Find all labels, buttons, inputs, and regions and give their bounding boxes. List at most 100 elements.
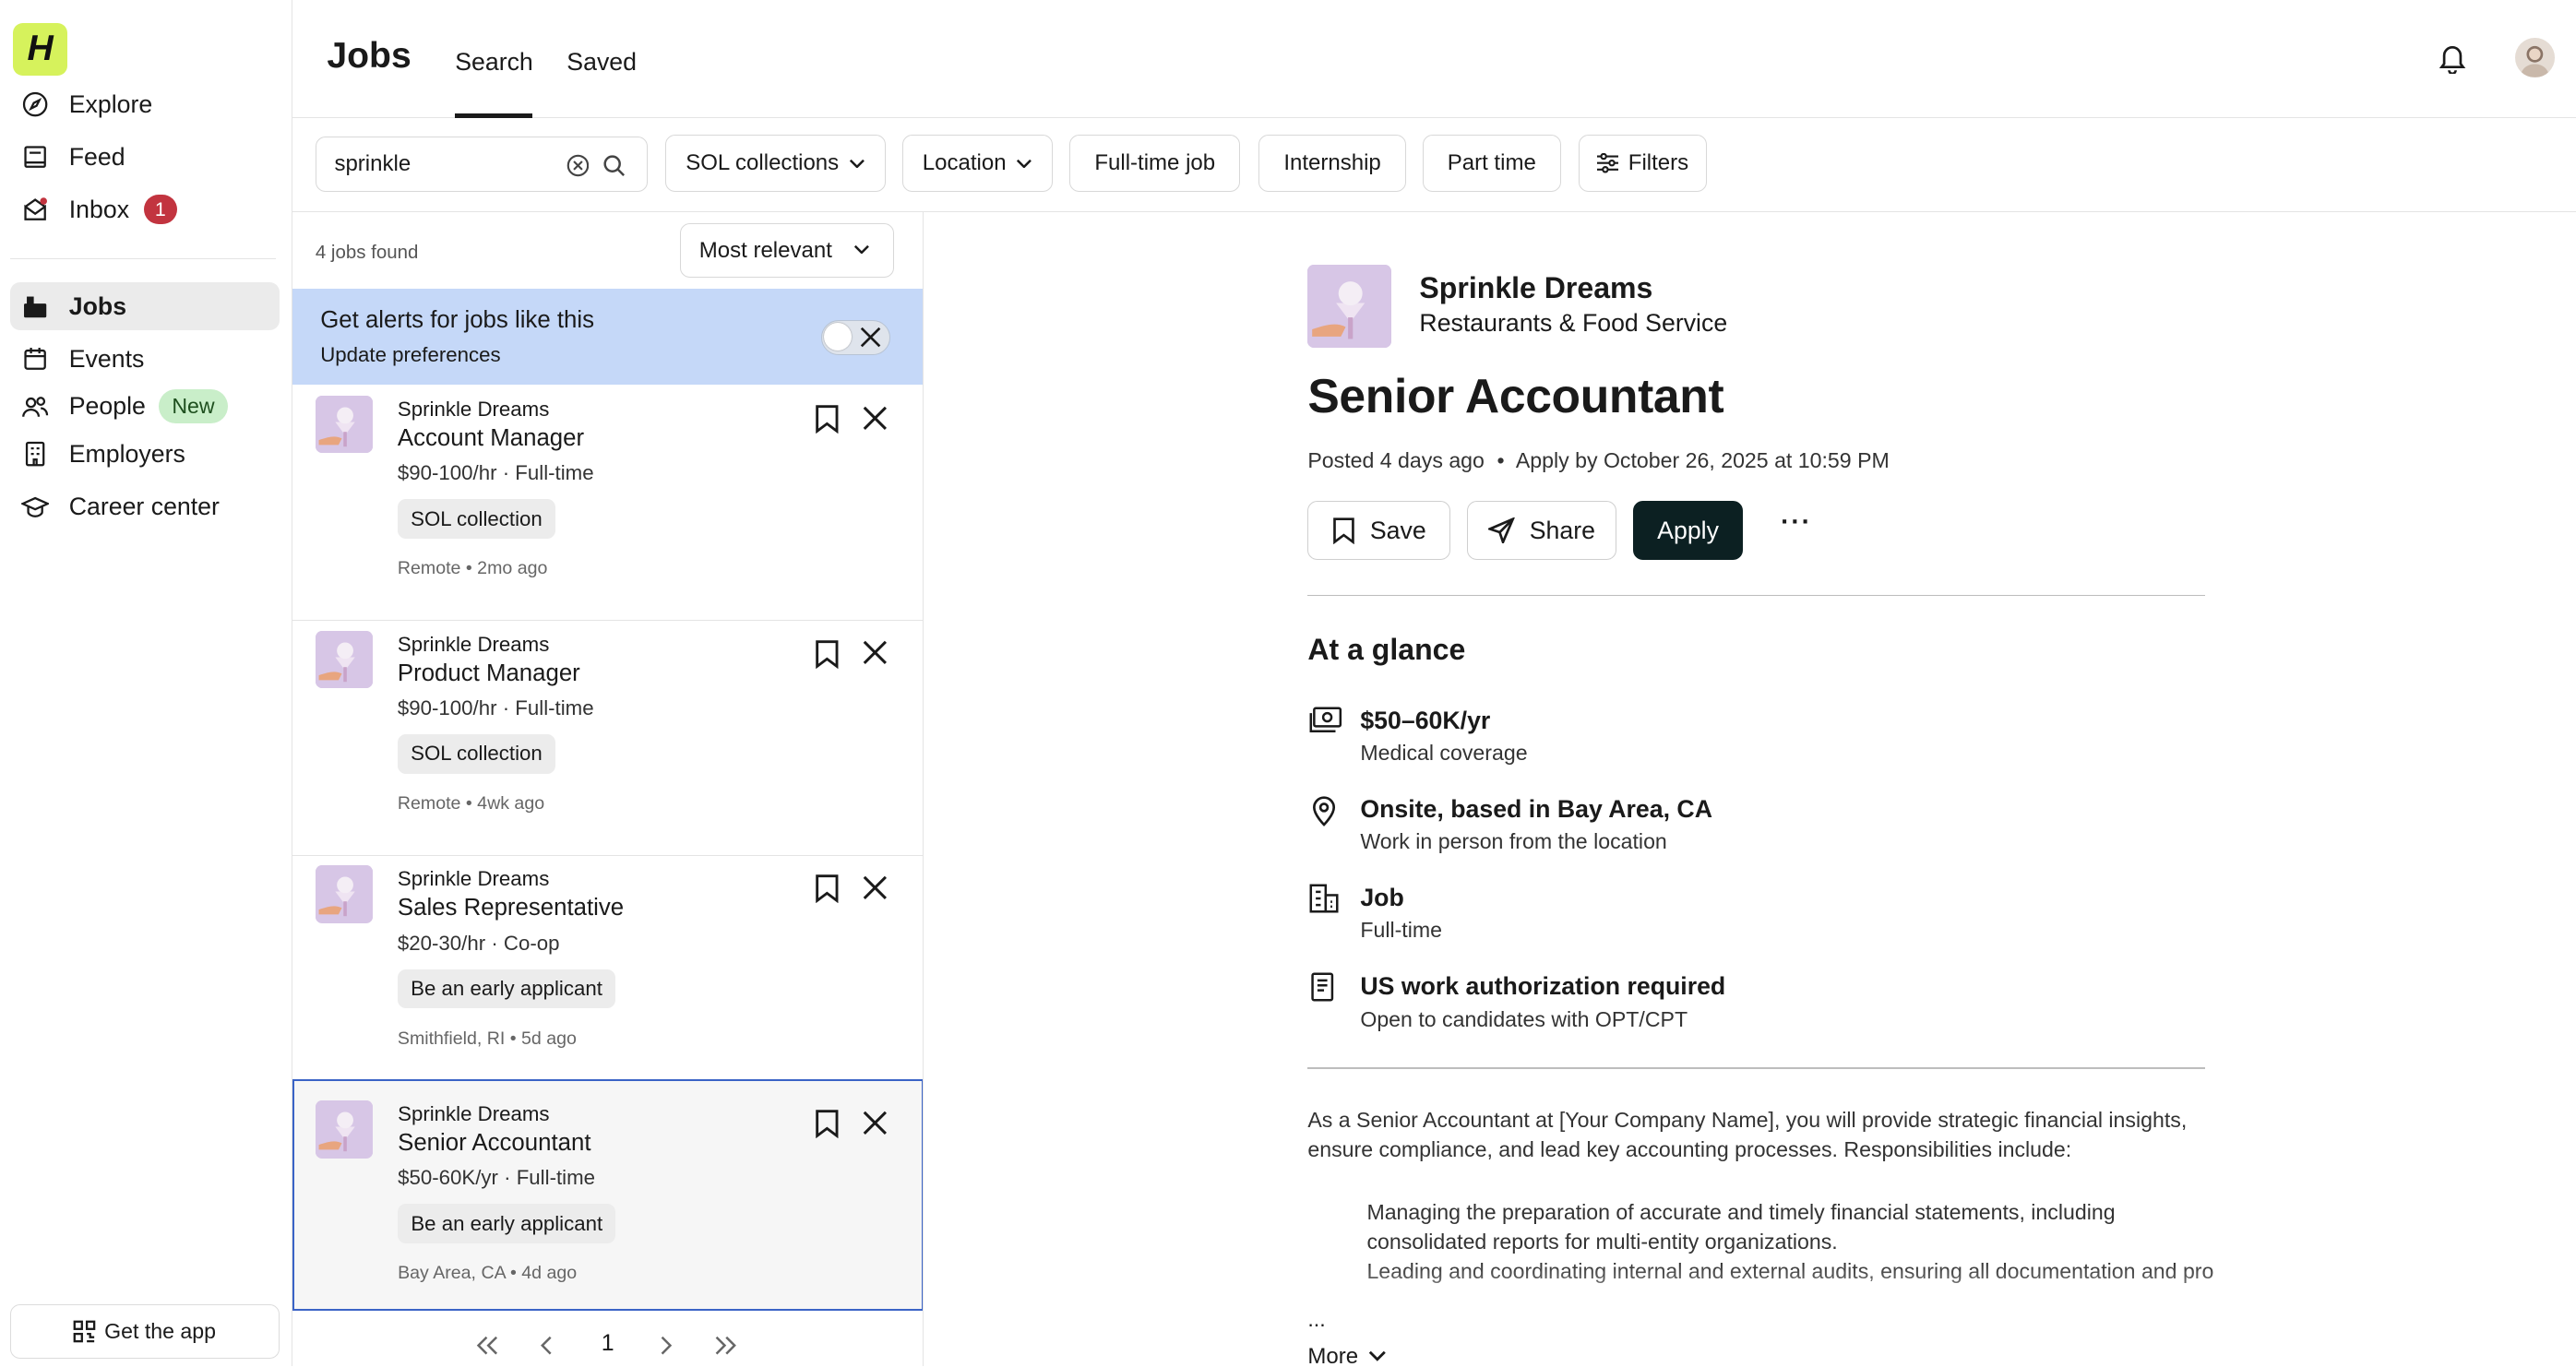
bookmark-icon[interactable] xyxy=(815,1109,840,1139)
company-logo xyxy=(315,865,374,923)
more-button[interactable]: More xyxy=(1307,1343,1386,1367)
job-card[interactable]: Sprinkle Dreams Account Manager $90-100/… xyxy=(292,386,923,622)
save-label: Save xyxy=(1369,516,1426,544)
job-title-heading: Senior Accountant xyxy=(1307,368,1724,422)
job-title[interactable]: Product Manager xyxy=(398,660,580,687)
handshake-logo[interactable]: H xyxy=(13,22,67,76)
toggle-knob xyxy=(824,322,853,351)
internship-filter[interactable]: Internship xyxy=(1258,135,1407,193)
posted-date: Posted 4 days ago xyxy=(1307,448,1485,473)
job-title[interactable]: Account Manager xyxy=(398,425,584,452)
graduation-cap-icon xyxy=(21,496,50,518)
job-meta: Remote • 2mo ago xyxy=(397,558,548,579)
briefcase-icon xyxy=(24,296,47,318)
job-card[interactable]: Sprinkle Dreams Product Manager $90-100/… xyxy=(292,621,923,856)
section-divider xyxy=(1307,1067,2205,1070)
sidebar-item-label: Jobs xyxy=(68,291,127,320)
sidebar-item-employers[interactable]: Employers xyxy=(10,431,280,479)
update-preferences-link[interactable]: Update preferences xyxy=(320,343,500,367)
bookmark-icon[interactable] xyxy=(815,404,840,434)
last-page-icon[interactable] xyxy=(713,1336,738,1355)
search-value[interactable]: sprinkle xyxy=(334,151,411,177)
feed-icon xyxy=(24,146,46,168)
more-options-button[interactable]: ··· xyxy=(1781,507,1812,538)
sidebar-item-explore[interactable]: Explore xyxy=(10,80,280,128)
all-filters-button[interactable]: Filters xyxy=(1579,135,1708,193)
get-the-app-button[interactable]: Get the app xyxy=(9,1303,280,1359)
location-filter[interactable]: Location xyxy=(901,135,1054,193)
previous-page-icon[interactable] xyxy=(540,1336,554,1355)
building-icon xyxy=(26,442,45,467)
chip-label: SOL collections xyxy=(686,150,840,176)
job-title[interactable]: Senior Accountant xyxy=(398,1130,590,1157)
sidebar-item-label: Events xyxy=(68,344,145,373)
pagination: 1 xyxy=(292,1322,923,1364)
job-card[interactable]: Sprinkle Dreams Sales Representative $20… xyxy=(292,856,923,1091)
sidebar-item-label: People xyxy=(68,392,146,421)
send-icon xyxy=(1488,517,1515,544)
sidebar-item-career-center[interactable]: Career center xyxy=(10,482,280,530)
separator-dot: • xyxy=(1497,448,1505,473)
apply-button[interactable]: Apply xyxy=(1632,501,1744,561)
current-page[interactable]: 1 xyxy=(602,1330,614,1357)
sort-dropdown[interactable]: Most relevant xyxy=(680,223,894,278)
company-logo xyxy=(315,396,374,454)
first-page-icon[interactable] xyxy=(475,1336,500,1355)
bookmark-icon xyxy=(1333,517,1354,545)
next-page-icon[interactable] xyxy=(659,1336,673,1355)
sidebar-item-inbox[interactable]: Inbox 1 xyxy=(10,185,280,233)
job-pay: $20-30/hr · Co-op xyxy=(397,931,560,955)
calendar-icon xyxy=(24,347,46,370)
job-title[interactable]: Sales Representative xyxy=(398,895,624,921)
sidebar-item-events[interactable]: Events xyxy=(10,335,280,383)
sort-value: Most relevant xyxy=(698,237,832,263)
close-icon[interactable] xyxy=(863,406,888,431)
sidebar-item-jobs[interactable]: Jobs xyxy=(9,282,280,330)
job-meta: Bay Area, CA • 4d ago xyxy=(398,1263,578,1284)
chevron-down-icon xyxy=(853,244,869,255)
building-icon xyxy=(1309,884,1339,913)
avatar[interactable] xyxy=(2515,37,2555,77)
search-input[interactable]: sprinkle xyxy=(315,136,648,193)
bookmark-icon[interactable] xyxy=(815,874,840,904)
tab-saved[interactable]: Saved xyxy=(566,48,637,77)
company-logo[interactable] xyxy=(1307,264,1392,349)
bookmark-icon[interactable] xyxy=(815,639,840,669)
company-logo xyxy=(315,630,374,689)
save-button[interactable]: Save xyxy=(1307,501,1451,561)
part-time-filter[interactable]: Part time xyxy=(1422,135,1561,193)
tab-search[interactable]: Search xyxy=(455,48,533,77)
sidebar-item-people[interactable]: People New xyxy=(10,383,280,431)
full-time-job-filter[interactable]: Full-time job xyxy=(1069,135,1241,193)
job-tag: Be an early applicant xyxy=(397,969,616,1009)
sidebar-item-label: Employers xyxy=(68,439,185,468)
filter-bar: sprinkle SOL collections Location Full-t… xyxy=(292,118,2576,212)
close-icon[interactable] xyxy=(863,875,888,900)
job-tag: SOL collection xyxy=(397,499,555,540)
job-tag: SOL collection xyxy=(397,733,555,774)
company-logo xyxy=(316,1100,374,1159)
close-icon[interactable] xyxy=(863,1111,888,1135)
sidebar-divider xyxy=(9,257,277,260)
glance-work-auth-sub: Open to candidates with OPT/CPT xyxy=(1360,1006,1688,1031)
clear-search-icon[interactable] xyxy=(566,154,590,177)
bell-icon[interactable] xyxy=(2438,42,2467,75)
description-bullet-continued: consolidated reports for multi-entity or… xyxy=(1366,1230,1838,1254)
glance-work-auth: US work authorization required xyxy=(1360,972,1726,1001)
share-button[interactable]: Share xyxy=(1467,501,1617,561)
chevron-down-icon xyxy=(849,159,865,169)
chevron-down-icon xyxy=(1368,1351,1386,1362)
job-company: Sprinkle Dreams xyxy=(398,1101,550,1125)
job-card-selected[interactable]: Sprinkle Dreams Senior Accountant $50-60… xyxy=(292,1078,923,1311)
sidebar-item-label: Inbox xyxy=(68,195,130,223)
sidebar-item-feed[interactable]: Feed xyxy=(10,133,280,181)
company-name[interactable]: Sprinkle Dreams xyxy=(1419,271,1652,305)
alert-toggle[interactable] xyxy=(821,320,891,355)
job-tag: Be an early applicant xyxy=(398,1204,616,1244)
search-icon[interactable] xyxy=(602,154,626,177)
more-label: More xyxy=(1307,1343,1359,1367)
apply-by-date: Apply by October 26, 2025 at 10:59 PM xyxy=(1515,448,1890,473)
sol-collections-filter[interactable]: SOL collections xyxy=(665,135,886,193)
close-icon[interactable] xyxy=(863,640,888,665)
people-icon xyxy=(22,396,49,417)
